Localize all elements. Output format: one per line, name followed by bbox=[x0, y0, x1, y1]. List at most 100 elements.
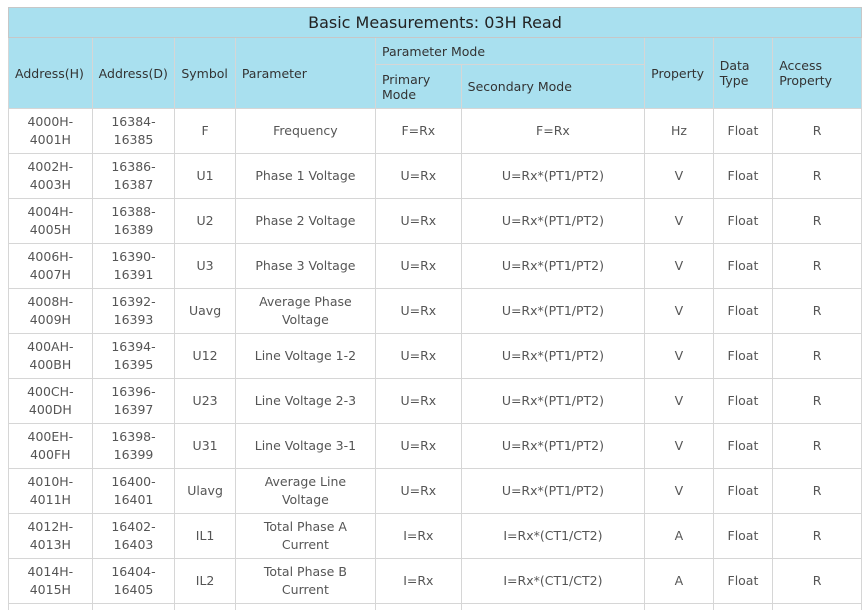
access-cell: R bbox=[772, 333, 862, 379]
address-h-cell: 4000H- 4001H bbox=[8, 108, 93, 154]
property-cell: A bbox=[644, 513, 714, 559]
parameter-cell: Total Phase A Current bbox=[234, 513, 376, 559]
data-type-cell: Float bbox=[712, 378, 774, 424]
header-address-d: Address(D) bbox=[91, 37, 176, 109]
address-d-cell: 16402- 16403 bbox=[91, 513, 176, 559]
address-h-cell: 4008H- 4009H bbox=[8, 288, 93, 334]
access-cell: R bbox=[772, 423, 862, 469]
data-type-cell: Float bbox=[712, 288, 774, 334]
header-primary-mode: Primary Mode bbox=[374, 64, 462, 109]
primary-mode-cell: I=Rx bbox=[374, 513, 462, 559]
access-cell: R bbox=[772, 513, 862, 559]
header-address-h: Address(H) bbox=[8, 37, 93, 109]
measurements-table: Basic Measurements: 03H Read Address(H) … bbox=[8, 7, 862, 610]
symbol-cell: F bbox=[174, 108, 236, 154]
primary-mode-cell: U=Rx bbox=[374, 243, 462, 289]
parameter-cell: Total Phase B Current bbox=[234, 558, 376, 604]
table-row: 400CH- 400DH 16396- 16397 U23 Line Voltage 2-… bbox=[8, 378, 862, 424]
primary-mode-cell: U=Rx bbox=[374, 423, 462, 469]
secondary-mode-cell: F=Rx bbox=[460, 108, 646, 154]
parameter-cell: Line Voltage 1-2 bbox=[234, 333, 376, 379]
parameter-cell: Line Voltage 3-1 bbox=[234, 423, 376, 469]
parameter-cell: Phase 2 Voltage bbox=[234, 198, 376, 244]
symbol-cell: U12 bbox=[174, 333, 236, 379]
property-cell: V bbox=[644, 423, 714, 469]
secondary-mode-cell: U=Rx*(PT1/PT2) bbox=[460, 378, 646, 424]
address-h-cell: 4002H- 4003H bbox=[8, 153, 93, 199]
parameter-cell: Phase 3 Voltage bbox=[234, 243, 376, 289]
data-type-cell: Float bbox=[712, 513, 774, 559]
secondary-mode-cell: U=Rx*(PT1/PT2) bbox=[460, 288, 646, 334]
property-cell: V bbox=[644, 198, 714, 244]
address-d-cell: 16398- 16399 bbox=[91, 423, 176, 469]
data-type-cell: Float bbox=[712, 108, 774, 154]
access-cell: R bbox=[772, 288, 862, 334]
address-h-cell: 400CH- 400DH bbox=[8, 378, 93, 424]
parameter-cell: Phase 1 Voltage bbox=[234, 153, 376, 199]
access-cell: R bbox=[772, 108, 862, 154]
address-h-cell: 4012H- 4013H bbox=[8, 513, 93, 559]
table-row: 4004H- 4005H 16388- 16389 U2 Phase 2 Voltage U… bbox=[8, 198, 862, 244]
address-d-cell: 16388- 16389 bbox=[91, 198, 176, 244]
property-cell: V bbox=[644, 288, 714, 334]
primary-mode-cell: I=Rx bbox=[374, 558, 462, 604]
property-cell: V bbox=[644, 243, 714, 289]
access-cell: R bbox=[772, 468, 862, 514]
symbol-cell: Uavg bbox=[174, 288, 236, 334]
property-cell: Hz bbox=[644, 108, 714, 154]
symbol-cell: U3 bbox=[174, 243, 236, 289]
address-h-cell: 4006H- 4007H bbox=[8, 243, 93, 289]
table-row: 4014H- 4015H 16404- 16405 IL2 Total Phase B Cu… bbox=[8, 558, 862, 604]
address-d-cell: 16394- 16395 bbox=[91, 333, 176, 379]
data-type-cell: Float bbox=[712, 153, 774, 199]
secondary-mode-cell: U=Rx*(PT1/PT2) bbox=[460, 153, 646, 199]
parameter-cell: Average Phase Voltage bbox=[234, 288, 376, 334]
header-property: Property bbox=[644, 37, 714, 109]
access-cell: R bbox=[772, 378, 862, 424]
access-cell: R bbox=[772, 153, 862, 199]
address-h-cell: 4010H- 4011H bbox=[8, 468, 93, 514]
table-row: 4002H- 4003H 16386- 16387 U1 Phase 1 Voltage U… bbox=[8, 153, 862, 199]
secondary-mode-cell: I=Rx*(CT1/CT2) bbox=[460, 558, 646, 604]
table-row: 4000H- 4001H 16384- 16385 F Frequency F=Rx F=Rx… bbox=[8, 108, 862, 154]
data-type-cell: Float bbox=[712, 333, 774, 379]
primary-mode-cell: U=Rx bbox=[374, 333, 462, 379]
address-d-cell: 16396- 16397 bbox=[91, 378, 176, 424]
primary-mode-cell: U=Rx bbox=[374, 288, 462, 334]
property-cell: V bbox=[644, 468, 714, 514]
address-d-cell: 16384- 16385 bbox=[91, 108, 176, 154]
property-cell: V bbox=[644, 378, 714, 424]
symbol-cell: U31 bbox=[174, 423, 236, 469]
table-row: 4012H- 4013H 16402- 16403 IL1 Total Phase A Cu… bbox=[8, 513, 862, 559]
address-h-cell: 4014H- 4015H bbox=[8, 558, 93, 604]
header-access-property: Access Property bbox=[772, 37, 862, 109]
secondary-mode-cell: U=Rx*(PT1/PT2) bbox=[460, 468, 646, 514]
address-h-cell: 400EH- 400FH bbox=[8, 423, 93, 469]
data-type-cell: Float bbox=[712, 558, 774, 604]
property-cell: V bbox=[644, 153, 714, 199]
primary-mode-cell: U=Rx bbox=[374, 378, 462, 424]
symbol-cell: U2 bbox=[174, 198, 236, 244]
primary-mode-cell: U=Rx bbox=[374, 198, 462, 244]
parameter-cell: Frequency bbox=[234, 108, 376, 154]
secondary-mode-cell: U=Rx*(PT1/PT2) bbox=[460, 423, 646, 469]
address-d-cell: 16392- 16393 bbox=[91, 288, 176, 334]
table-row: 400EH- 400FH 16398- 16399 U31 Line Voltage 3-… bbox=[8, 423, 862, 469]
data-type-cell: Float bbox=[712, 243, 774, 289]
table-row: 4010H- 4011H 16400- 16401 Ulavg Average Line V… bbox=[8, 468, 862, 514]
secondary-mode-cell: U=Rx*(PT1/PT2) bbox=[460, 243, 646, 289]
access-cell: R bbox=[772, 198, 862, 244]
access-cell: R bbox=[772, 243, 862, 289]
data-type-cell: Float bbox=[712, 468, 774, 514]
symbol-cell: Ulavg bbox=[174, 468, 236, 514]
secondary-mode-cell: I=Rx*(CT1/CT2) bbox=[460, 513, 646, 559]
access-cell: R bbox=[772, 558, 862, 604]
header-data-type: Data Type bbox=[712, 37, 774, 109]
address-d-cell: 16404- 16405 bbox=[91, 558, 176, 604]
secondary-mode-cell: U=Rx*(PT1/PT2) bbox=[460, 333, 646, 379]
symbol-cell: U23 bbox=[174, 378, 236, 424]
address-h-cell: 400AH- 400BH bbox=[8, 333, 93, 379]
header-parameter-mode: Parameter Mode bbox=[374, 37, 646, 65]
table-title: Basic Measurements: 03H Read bbox=[8, 7, 862, 38]
address-h-cell: 4004H- 4005H bbox=[8, 198, 93, 244]
